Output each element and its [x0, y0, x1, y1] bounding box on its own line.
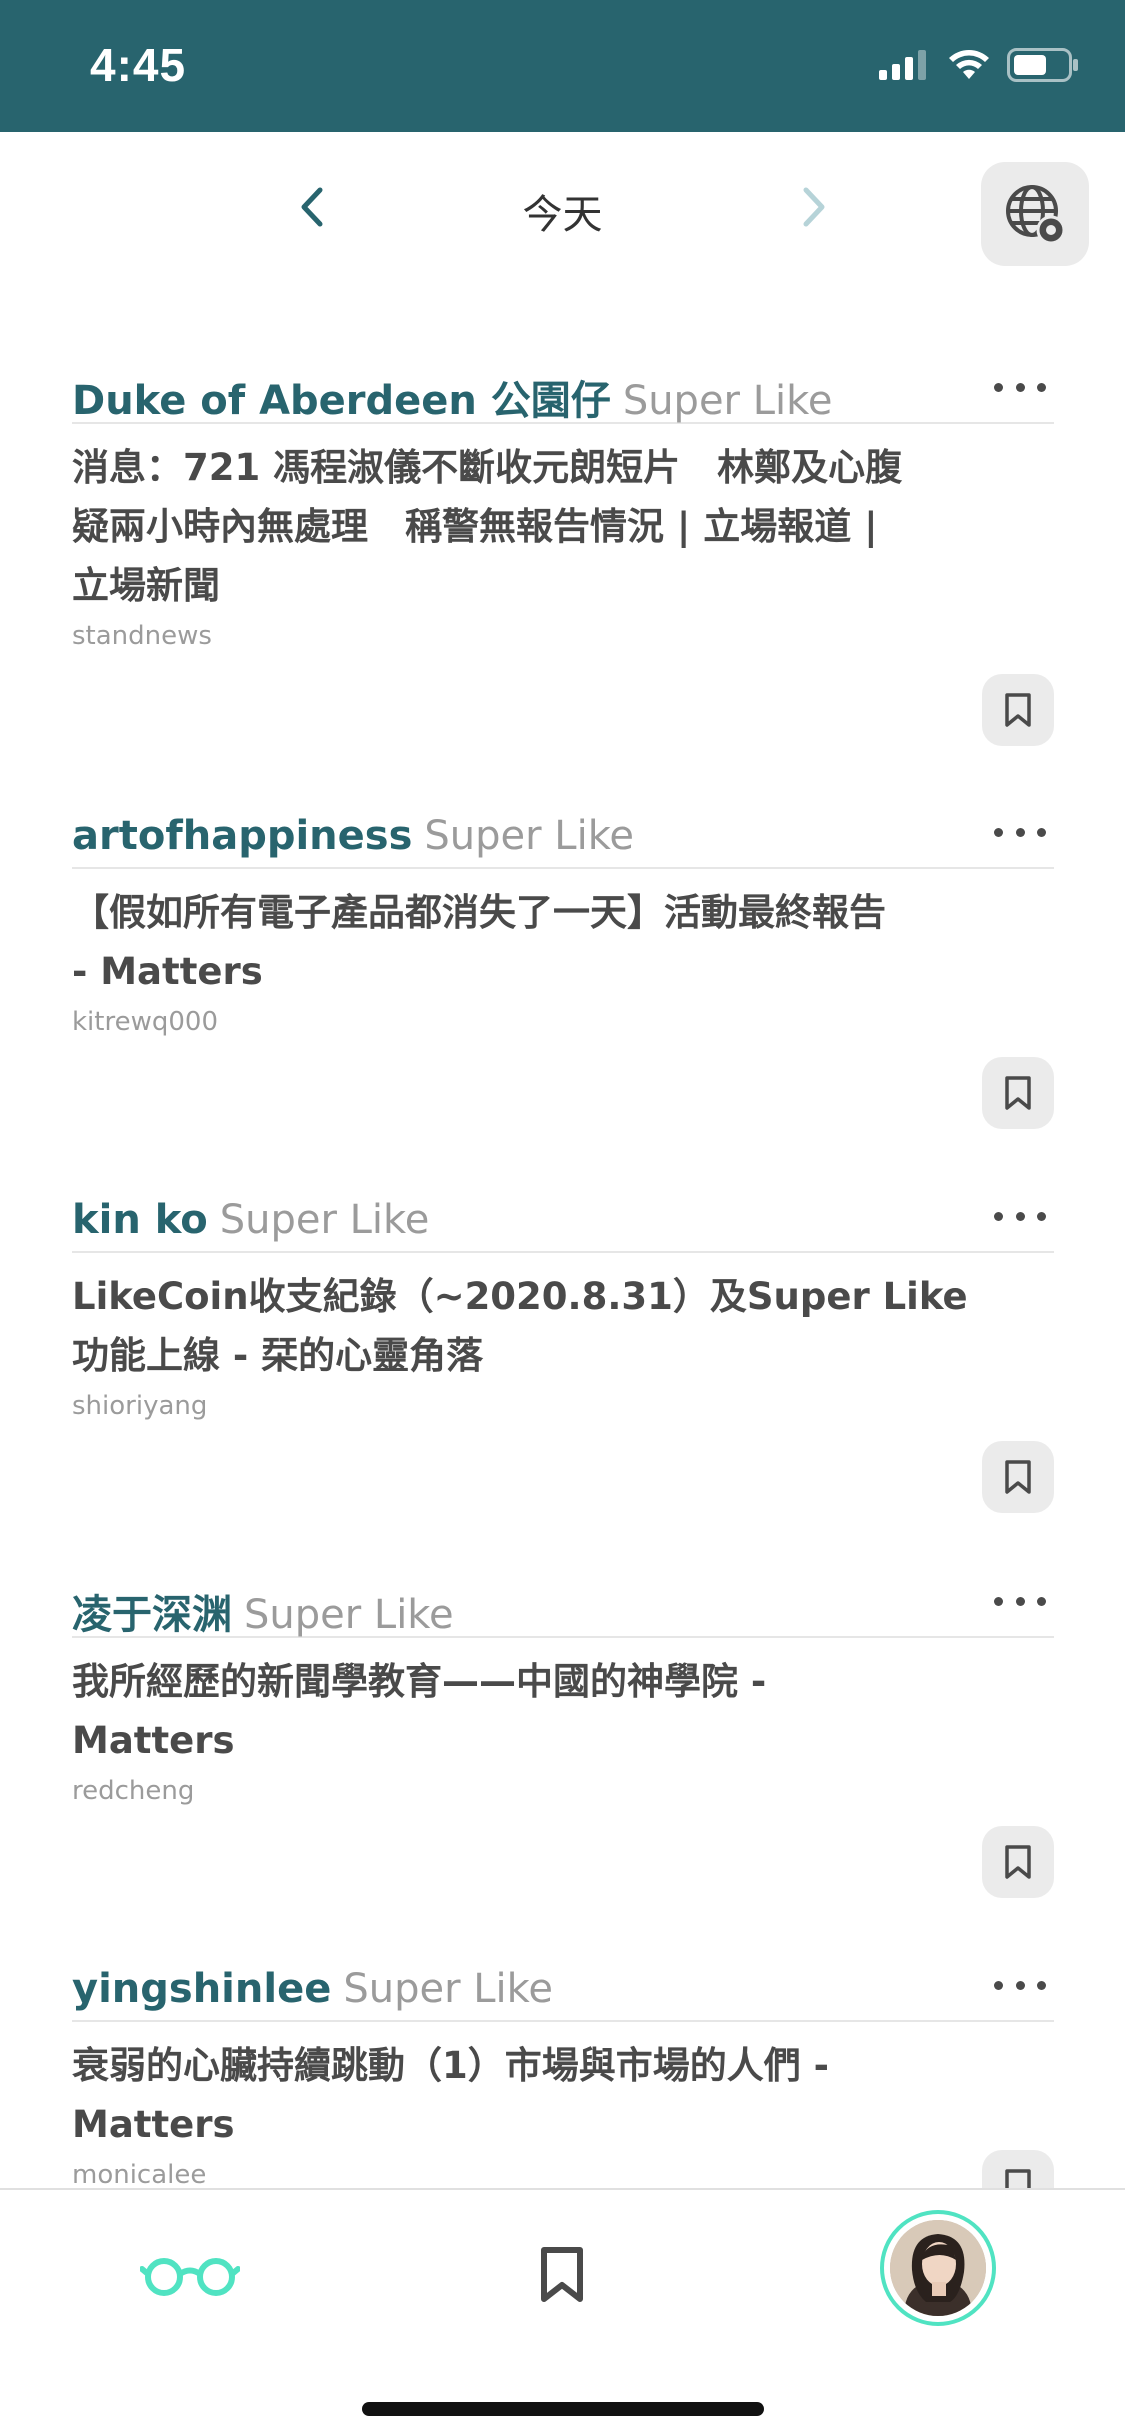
author-name[interactable]: artofhappiness	[72, 813, 412, 859]
article-title-line: LikeCoin收支紀錄（~2020.8.31）及Super Like	[72, 1275, 968, 1318]
article-source: standnews	[72, 621, 212, 651]
article-title-line: 功能上線 - 栞的心靈角落	[72, 1334, 484, 1377]
globe-settings-button[interactable]	[981, 162, 1089, 266]
date-title: 今天	[522, 192, 603, 238]
article-title-line: Matters	[72, 1719, 235, 1762]
globe-settings-icon	[1006, 185, 1066, 245]
status-icons	[879, 48, 1079, 82]
avatar	[890, 2220, 986, 2316]
more-options-button[interactable]	[994, 817, 1046, 847]
article-title[interactable]: 【假如所有電子產品都消失了一天】活動最終報告 - Matters	[72, 883, 972, 1001]
article-title-line: 疑兩小時內無處理 稱警無報告情況 | 立場報道 |	[72, 505, 878, 548]
super-like-label: Super Like	[219, 1197, 430, 1243]
author-line: yingshinlee Super Like	[72, 1966, 553, 2012]
item-header: 凌于深渊 Super Like	[72, 1558, 1054, 1638]
author-line: 凌于深渊 Super Like	[72, 1582, 454, 1640]
item-header: Duke of Aberdeen 公園仔 Super Like	[72, 344, 1054, 424]
tab-reader[interactable]	[130, 2230, 250, 2320]
article-title[interactable]: 消息：721 馮程淑儀不斷收元朗短片 林鄭及心腹 疑兩小時內無處理 稱警無報告情…	[72, 438, 972, 615]
wifi-icon	[949, 50, 989, 79]
article-source: redcheng	[72, 1776, 195, 1806]
author-line: kin ko Super Like	[72, 1197, 429, 1243]
article-source: monicalee	[72, 2160, 207, 2188]
more-options-button[interactable]	[994, 1970, 1046, 2000]
next-day-button[interactable]	[790, 184, 836, 230]
feed-item: artofhappiness Super Like 【假如所有電子產品都消失了一天…	[72, 789, 1054, 1129]
article-title[interactable]: LikeCoin收支紀錄（~2020.8.31）及Super Like 功能上線…	[72, 1267, 972, 1385]
author-name[interactable]: 凌于深渊	[72, 1592, 232, 1638]
feed-item: Duke of Aberdeen 公園仔 Super Like 消息：721 馮程…	[72, 344, 1054, 746]
article-title-line: 消息：721 馮程淑儀不斷收元朗短片 林鄭及心腹	[72, 446, 903, 489]
home-indicator	[362, 2402, 764, 2416]
article-source: shioriyang	[72, 1391, 208, 1421]
more-options-button[interactable]	[994, 1201, 1046, 1231]
bookmark-icon	[541, 2247, 583, 2302]
bookmark-button[interactable]	[982, 1826, 1054, 1898]
tab-profile[interactable]	[880, 2210, 996, 2326]
bookmark-icon	[1005, 693, 1031, 727]
author-name[interactable]: yingshinlee	[72, 1966, 331, 2012]
more-options-button[interactable]	[994, 1586, 1046, 1616]
bottom-tab-bar	[0, 2188, 1125, 2436]
bookmark-button[interactable]	[982, 2150, 1054, 2188]
super-like-label: Super Like	[424, 813, 635, 859]
author-name[interactable]: Duke of Aberdeen 公園仔	[72, 378, 611, 424]
bookmark-button[interactable]	[982, 1441, 1054, 1513]
super-like-label: Super Like	[622, 378, 833, 424]
article-title-line: 立場新聞	[72, 564, 220, 607]
avatar-image	[890, 2220, 986, 2316]
item-header: artofhappiness Super Like	[72, 789, 1054, 869]
article-title-line: 我所經歷的新聞學教育——中國的神學院 -	[72, 1660, 767, 1703]
author-line: Duke of Aberdeen 公園仔 Super Like	[72, 368, 832, 426]
bookmark-icon	[1005, 1076, 1031, 1110]
super-like-label: Super Like	[244, 1592, 454, 1638]
chevron-right-icon	[803, 187, 825, 227]
more-options-button[interactable]	[994, 372, 1046, 402]
super-like-label: Super Like	[343, 1966, 553, 2012]
feed-item: yingshinlee Super Like 衰弱的心臟持續跳動（1）市場與市場的…	[72, 1942, 1054, 2188]
bookmark-icon	[1005, 1845, 1031, 1879]
item-header: kin ko Super Like	[72, 1173, 1054, 1253]
article-title[interactable]: 衰弱的心臟持續跳動（1）市場與市場的人們 - Matters	[72, 2036, 972, 2154]
bookmark-icon	[1005, 2169, 1031, 2188]
feed-item: 凌于深渊 Super Like 我所經歷的新聞學教育——中國的神學院 - Matt…	[72, 1558, 1054, 1898]
feed-list[interactable]: Duke of Aberdeen 公園仔 Super Like 消息：721 馮程…	[0, 282, 1125, 2188]
article-title-line: Matters	[72, 2103, 235, 2146]
reader-glasses-icon	[140, 2258, 240, 2296]
bookmark-icon	[1005, 1460, 1031, 1494]
date-navigation: 今天	[0, 132, 1125, 282]
feed-item: kin ko Super Like LikeCoin收支紀錄（~2020.8.31…	[72, 1173, 1054, 1513]
tab-bookmarks[interactable]	[522, 2230, 602, 2320]
bookmark-button[interactable]	[982, 674, 1054, 746]
article-title-line: 【假如所有電子產品都消失了一天】活動最終報告	[72, 891, 886, 934]
item-header: yingshinlee Super Like	[72, 1942, 1054, 2022]
status-bar: 4:45	[0, 0, 1125, 132]
status-time: 4:45	[90, 39, 187, 91]
article-source: kitrewq000	[72, 1007, 218, 1037]
author-line: artofhappiness Super Like	[72, 813, 634, 859]
author-name[interactable]: kin ko	[72, 1197, 208, 1243]
bookmark-button[interactable]	[982, 1057, 1054, 1129]
article-title[interactable]: 我所經歷的新聞學教育——中國的神學院 - Matters	[72, 1652, 972, 1770]
cellular-signal-icon	[879, 50, 926, 80]
battery-icon	[1007, 48, 1078, 82]
article-title-line: 衰弱的心臟持續跳動（1）市場與市場的人們 -	[72, 2044, 829, 2087]
article-title-line: - Matters	[72, 950, 263, 993]
